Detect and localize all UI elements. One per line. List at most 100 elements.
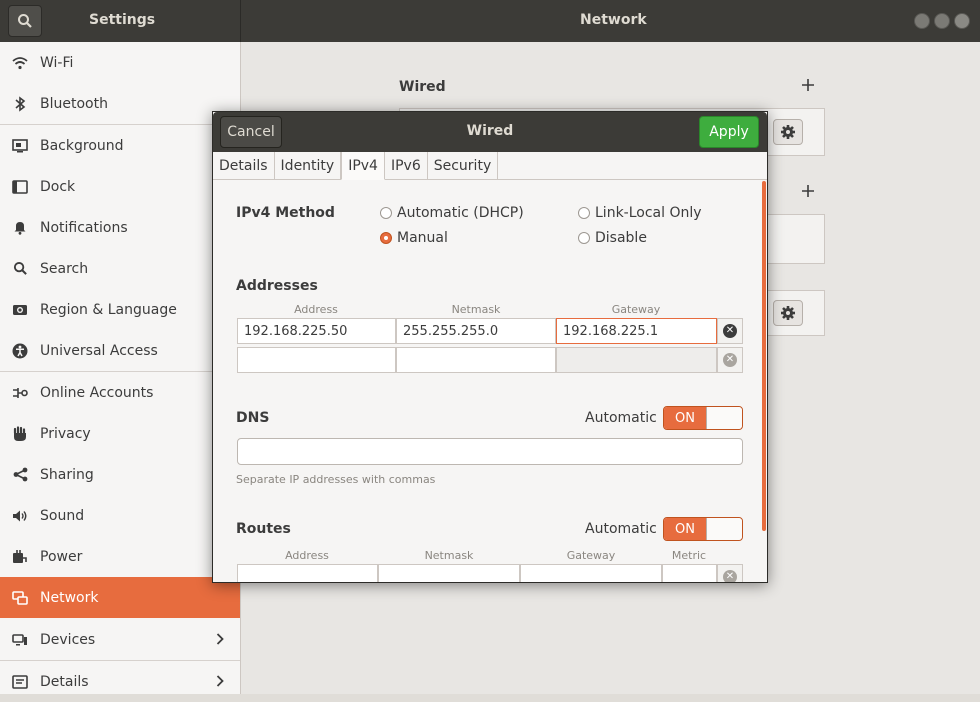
radio-disable[interactable]: [578, 232, 590, 244]
wifi-icon: [12, 55, 28, 71]
chevron-right-icon: [216, 672, 224, 691]
proxy-settings-button[interactable]: [773, 300, 803, 326]
radio-manual[interactable]: [380, 232, 392, 244]
search-button[interactable]: [8, 5, 42, 37]
settings-titlebar: Settings: [0, 0, 241, 42]
tab-ipv6[interactable]: IPv6: [385, 152, 428, 180]
sidebar-item-devices[interactable]: Devices: [0, 619, 240, 660]
close-button[interactable]: [954, 13, 970, 29]
delete-address-button[interactable]: ✕: [717, 347, 743, 373]
dns-input[interactable]: [237, 438, 743, 465]
maximize-button[interactable]: [934, 13, 950, 29]
ipv4-method-label: IPv4 Method: [236, 205, 335, 221]
ipv4-content: IPv4 Method Automatic (DHCP) Link-Local …: [213, 181, 767, 582]
switch-knob: [706, 407, 742, 429]
gear-icon: [781, 306, 795, 320]
tab-identity[interactable]: Identity: [275, 152, 342, 180]
sidebar-item-label: Privacy: [40, 425, 91, 442]
sidebar-item-label: Dock: [40, 178, 76, 195]
radio-link-local-only[interactable]: [578, 207, 590, 219]
chevron-right-icon: [216, 630, 224, 649]
panel-titlebar: Network: [241, 0, 980, 42]
dialog-title: Wired: [466, 123, 514, 139]
column-header-metric: Metric: [671, 549, 707, 562]
tab-security[interactable]: Security: [428, 152, 499, 180]
scrollbar[interactable]: [762, 181, 766, 531]
wired-settings-button[interactable]: [773, 119, 803, 145]
sidebar-item-sharing[interactable]: Sharing: [0, 454, 240, 495]
close-icon: ✕: [723, 324, 737, 338]
link-local-only-label: Link-Local Only: [595, 205, 702, 221]
plus-icon: [802, 79, 814, 91]
sidebar-item-bluetooth[interactable]: Bluetooth: [0, 83, 240, 124]
plus-icon: [802, 185, 814, 197]
sidebar-item-online-accounts[interactable]: Online Accounts: [0, 372, 240, 413]
sidebar-item-region-language[interactable]: Region & Language: [0, 289, 240, 330]
search-icon: [18, 14, 32, 28]
sidebar-item-label: Online Accounts: [40, 384, 154, 401]
sidebar: Wi-Fi Bluetooth Background Dock Notifica…: [0, 42, 241, 694]
dialog-tabs: Details Identity IPv4 IPv6 Security: [213, 152, 767, 180]
dns-hint: Separate IP addresses with commas: [236, 473, 436, 486]
sidebar-item-notifications[interactable]: Notifications: [0, 207, 240, 248]
bluetooth-icon: [12, 95, 28, 112]
dns-automatic-switch[interactable]: ON: [663, 406, 743, 430]
switch-on-label: ON: [664, 518, 706, 540]
routes-automatic-label: Automatic: [585, 521, 657, 537]
dns-label: DNS: [236, 410, 270, 426]
address-field[interactable]: 192.168.225.50: [237, 318, 396, 344]
minimize-button[interactable]: [914, 13, 930, 29]
sidebar-item-background[interactable]: Background: [0, 125, 240, 166]
address-field[interactable]: [237, 347, 396, 373]
sidebar-item-label: Region & Language: [40, 301, 177, 318]
route-metric-field[interactable]: [662, 564, 717, 582]
search-icon: [12, 261, 28, 277]
automatic-dhcp-label: Automatic (DHCP): [397, 205, 524, 221]
radio-automatic-dhcp[interactable]: [380, 207, 392, 219]
column-header-address: Address: [285, 549, 329, 562]
sidebar-item-network[interactable]: Network: [0, 577, 240, 618]
sidebar-item-label: Search: [40, 260, 89, 277]
gateway-field[interactable]: [556, 347, 717, 373]
sidebar-item-search[interactable]: Search: [0, 248, 240, 289]
delete-route-button[interactable]: ✕: [717, 564, 743, 582]
network-icon: [12, 590, 28, 606]
route-netmask-field[interactable]: [378, 564, 520, 582]
sidebar-item-label: Notifications: [40, 219, 128, 236]
sidebar-item-privacy[interactable]: Privacy: [0, 413, 240, 454]
delete-address-button[interactable]: ✕: [717, 318, 743, 344]
column-header-gateway: Gateway: [611, 303, 661, 316]
sidebar-item-label: Universal Access: [40, 342, 158, 359]
routes-label: Routes: [236, 521, 291, 537]
addresses-label: Addresses: [236, 278, 318, 294]
panel-title: Network: [580, 12, 647, 28]
column-header-netmask: Netmask: [424, 549, 474, 562]
manual-label: Manual: [397, 230, 448, 246]
gateway-field[interactable]: 192.168.225.1: [556, 318, 717, 344]
netmask-field[interactable]: 255.255.255.0: [396, 318, 556, 344]
route-address-field[interactable]: [237, 564, 378, 582]
sidebar-item-dock[interactable]: Dock: [0, 166, 240, 207]
close-icon: ✕: [723, 353, 737, 367]
sidebar-item-label: Background: [40, 137, 124, 154]
netmask-field[interactable]: [396, 347, 556, 373]
add-vpn-button[interactable]: [801, 182, 815, 203]
sidebar-item-sound[interactable]: Sound: [0, 495, 240, 536]
devices-icon: [12, 632, 28, 648]
sidebar-item-wifi[interactable]: Wi-Fi: [0, 42, 240, 83]
tab-ipv4[interactable]: IPv4: [341, 152, 385, 180]
routes-automatic-switch[interactable]: ON: [663, 517, 743, 541]
hand-icon: [12, 425, 28, 442]
online-accounts-icon: [12, 385, 28, 401]
wired-section-label: Wired: [399, 79, 446, 95]
sidebar-item-label: Details: [40, 673, 89, 690]
add-connection-button[interactable]: [801, 76, 815, 97]
sidebar-item-details[interactable]: Details: [0, 661, 240, 702]
tab-details[interactable]: Details: [213, 152, 275, 180]
apply-button[interactable]: Apply: [699, 116, 759, 148]
column-header-gateway: Gateway: [566, 549, 616, 562]
route-gateway-field[interactable]: [520, 564, 662, 582]
sidebar-item-power[interactable]: Power: [0, 536, 240, 577]
gear-icon: [781, 125, 795, 139]
sidebar-item-universal-access[interactable]: Universal Access: [0, 330, 240, 371]
